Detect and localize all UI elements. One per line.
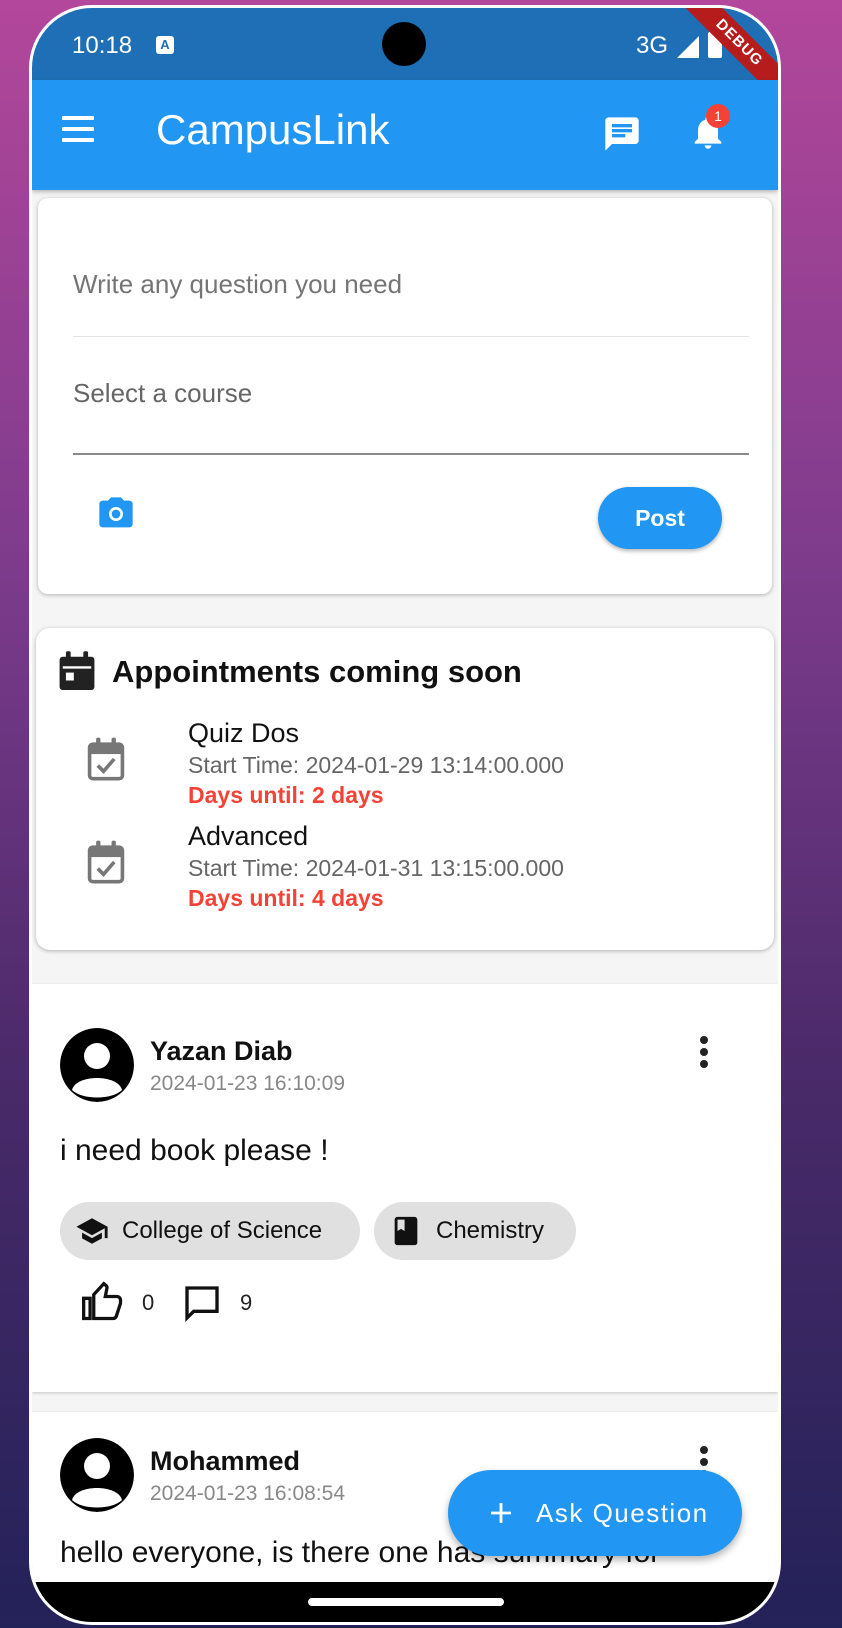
thumbs-up-icon[interactable] bbox=[80, 1280, 124, 1324]
appointment-start-time: Start Time: 2024-01-31 13:15:00.000 bbox=[188, 855, 564, 881]
appointment-days-until: Days until: 4 days bbox=[188, 885, 384, 911]
network-type: 3G bbox=[636, 32, 669, 59]
comment-count: 9 bbox=[240, 1290, 253, 1315]
post-timestamp: 2024-01-23 16:10:09 bbox=[150, 1072, 345, 1095]
avatar[interactable] bbox=[60, 1438, 134, 1512]
question-composer: Select a course Post bbox=[38, 198, 772, 594]
status-time: 10:18 bbox=[72, 32, 133, 59]
calendar-icon bbox=[59, 651, 95, 690]
course-select[interactable]: Select a course bbox=[73, 378, 749, 418]
book-icon bbox=[394, 1216, 418, 1246]
like-count: 0 bbox=[142, 1290, 155, 1315]
question-input[interactable] bbox=[73, 262, 749, 306]
signal-icon bbox=[677, 36, 699, 58]
event-check-icon bbox=[87, 840, 125, 884]
camera-icon[interactable] bbox=[96, 494, 136, 534]
field-divider bbox=[73, 336, 749, 337]
graduation-cap-icon bbox=[76, 1218, 108, 1244]
app-bar: CampusLink 1 bbox=[32, 80, 778, 190]
course-select-underline bbox=[73, 453, 749, 455]
notification-badge: 1 bbox=[706, 104, 730, 128]
tag-label: Chemistry bbox=[436, 1217, 545, 1244]
appointment-item[interactable]: Advanced Start Time: 2024-01-31 13:15:00… bbox=[36, 821, 774, 921]
appointment-name: Quiz Dos bbox=[188, 718, 300, 748]
event-check-icon bbox=[87, 737, 125, 781]
status-bar: 10:18 A 3G DEBUG bbox=[32, 8, 778, 106]
post-timestamp: 2024-01-23 16:08:54 bbox=[150, 1482, 345, 1505]
ask-question-button[interactable]: Ask Question bbox=[448, 1470, 742, 1556]
more-options-icon[interactable] bbox=[692, 1032, 716, 1072]
tag-label: College of Science bbox=[122, 1217, 323, 1244]
appointments-card: Appointments coming soon Quiz Dos Start … bbox=[36, 628, 774, 950]
appointment-item[interactable]: Quiz Dos Start Time: 2024-01-29 13:14:00… bbox=[36, 718, 774, 818]
appointment-days-until: Days until: 2 days bbox=[188, 782, 384, 808]
ask-question-label: Ask Question bbox=[536, 1498, 709, 1528]
appointment-name: Advanced bbox=[188, 821, 309, 851]
home-gesture-handle[interactable] bbox=[308, 1598, 504, 1606]
menu-icon[interactable] bbox=[62, 116, 96, 150]
plus-icon bbox=[491, 1503, 511, 1523]
accessibility-notification-icon: A bbox=[156, 36, 174, 54]
post-text: i need book please ! bbox=[60, 1134, 329, 1167]
tag-course[interactable]: Chemistry bbox=[374, 1202, 576, 1260]
post-author[interactable]: Mohammed bbox=[150, 1446, 300, 1477]
appointment-start-time: Start Time: 2024-01-29 13:14:00.000 bbox=[188, 752, 564, 778]
tag-college[interactable]: College of Science bbox=[60, 1202, 360, 1260]
post-button[interactable]: Post bbox=[598, 487, 722, 549]
post-author[interactable]: Yazan Diab bbox=[150, 1036, 293, 1067]
post-card: Yazan Diab 2024-01-23 16:10:09 i need bo… bbox=[32, 984, 778, 1392]
app-title: CampusLink bbox=[156, 106, 390, 153]
chat-icon[interactable] bbox=[602, 114, 642, 154]
system-navigation-bar bbox=[32, 1582, 778, 1622]
avatar[interactable] bbox=[60, 1028, 134, 1102]
front-camera bbox=[382, 22, 426, 66]
appointments-title: Appointments coming soon bbox=[112, 654, 522, 689]
phone-screen: 10:18 A 3G DEBUG CampusLink 1 Select a c… bbox=[32, 8, 778, 1622]
comment-icon[interactable] bbox=[182, 1282, 222, 1324]
